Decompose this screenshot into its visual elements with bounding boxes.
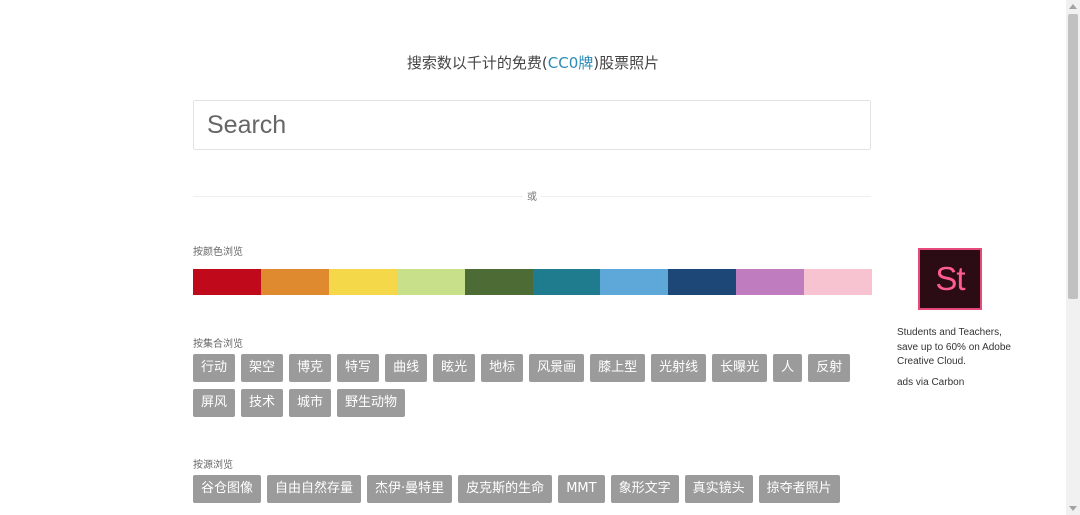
source-tag[interactable]: 杰伊·曼特里 <box>367 475 453 503</box>
source-tag[interactable]: 真实镜头 <box>684 475 753 503</box>
collection-tag[interactable]: 屏风 <box>193 389 236 417</box>
collection-tag[interactable]: 反射 <box>808 354 851 382</box>
collection-tag[interactable]: 城市 <box>289 389 332 417</box>
collection-tag[interactable]: 行动 <box>193 354 236 382</box>
color-swatch[interactable] <box>328 269 397 295</box>
source-tag-list: 谷仓图像 自由自然存量 杰伊·曼特里 皮克斯的生命 MMT 象形文字 真实镜头 掠夺者照片 <box>193 475 873 503</box>
collection-tag[interactable]: 地标 <box>481 354 524 382</box>
source-tag[interactable]: MMT <box>558 475 605 503</box>
license-link[interactable]: CC0牌 <box>548 54 594 72</box>
color-swatch[interactable] <box>532 269 601 295</box>
search-input[interactable] <box>193 100 871 150</box>
collection-tag[interactable]: 风景画 <box>529 354 585 382</box>
color-swatch[interactable] <box>260 269 329 295</box>
page-tagline: 搜索数以千计的免费(CC0牌)股票照片 <box>0 52 1066 73</box>
browse-by-color-label: 按颜色浏览 <box>193 247 243 258</box>
source-tag[interactable]: 象形文字 <box>610 475 679 503</box>
browse-by-source-label: 按源浏览 <box>193 460 233 471</box>
collection-tag[interactable]: 技术 <box>241 389 284 417</box>
color-swatch[interactable] <box>804 269 873 295</box>
collection-tag[interactable]: 特写 <box>337 354 380 382</box>
ad-via-link[interactable]: ads via Carbon <box>897 377 964 388</box>
source-tag[interactable]: 掠夺者照片 <box>758 475 840 503</box>
collection-tag[interactable]: 长曝光 <box>712 354 768 382</box>
color-swatch[interactable] <box>193 269 261 295</box>
collection-tag[interactable]: 野生动物 <box>337 389 406 417</box>
collection-tag[interactable]: 膝上型 <box>590 354 646 382</box>
color-swatch[interactable] <box>668 269 737 295</box>
or-label: 或 <box>523 188 541 203</box>
color-swatch[interactable] <box>600 269 669 295</box>
source-tag[interactable]: 皮克斯的生命 <box>458 475 553 503</box>
collection-tag[interactable]: 光射线 <box>651 354 707 382</box>
ad-text[interactable]: Students and Teachers, save up to 60% on… <box>897 326 1017 370</box>
color-swatch[interactable] <box>464 269 533 295</box>
scrollbar-thumb[interactable] <box>1068 14 1078 299</box>
color-swatch[interactable] <box>736 269 805 295</box>
source-tag[interactable]: 自由自然存量 <box>267 475 362 503</box>
collection-tag[interactable]: 博克 <box>289 354 332 382</box>
tagline-prefix: 搜索数以千计的免费( <box>406 54 548 72</box>
collection-tag[interactable]: 架空 <box>241 354 284 382</box>
browse-by-collection-label: 按集合浏览 <box>193 339 243 350</box>
scroll-down-arrow-icon[interactable] <box>1069 506 1077 511</box>
adobe-stock-logo[interactable]: St <box>918 248 982 310</box>
tagline-suffix: )股票照片 <box>593 54 660 72</box>
vertical-scrollbar[interactable] <box>1066 0 1080 515</box>
collection-tag[interactable]: 曲线 <box>385 354 428 382</box>
color-bar <box>193 269 873 295</box>
collection-tag[interactable]: 人 <box>773 354 803 382</box>
source-tag[interactable]: 谷仓图像 <box>193 475 262 503</box>
collection-tag-list: 行动 架空 博克 特写 曲线 眩光 地标 风景画 膝上型 光射线 长曝光人反射屏风 技术 城市 野生动物 <box>193 354 873 417</box>
color-swatch[interactable] <box>396 269 465 295</box>
collection-tag[interactable]: 眩光 <box>433 354 476 382</box>
scroll-up-arrow-icon[interactable] <box>1069 4 1077 9</box>
